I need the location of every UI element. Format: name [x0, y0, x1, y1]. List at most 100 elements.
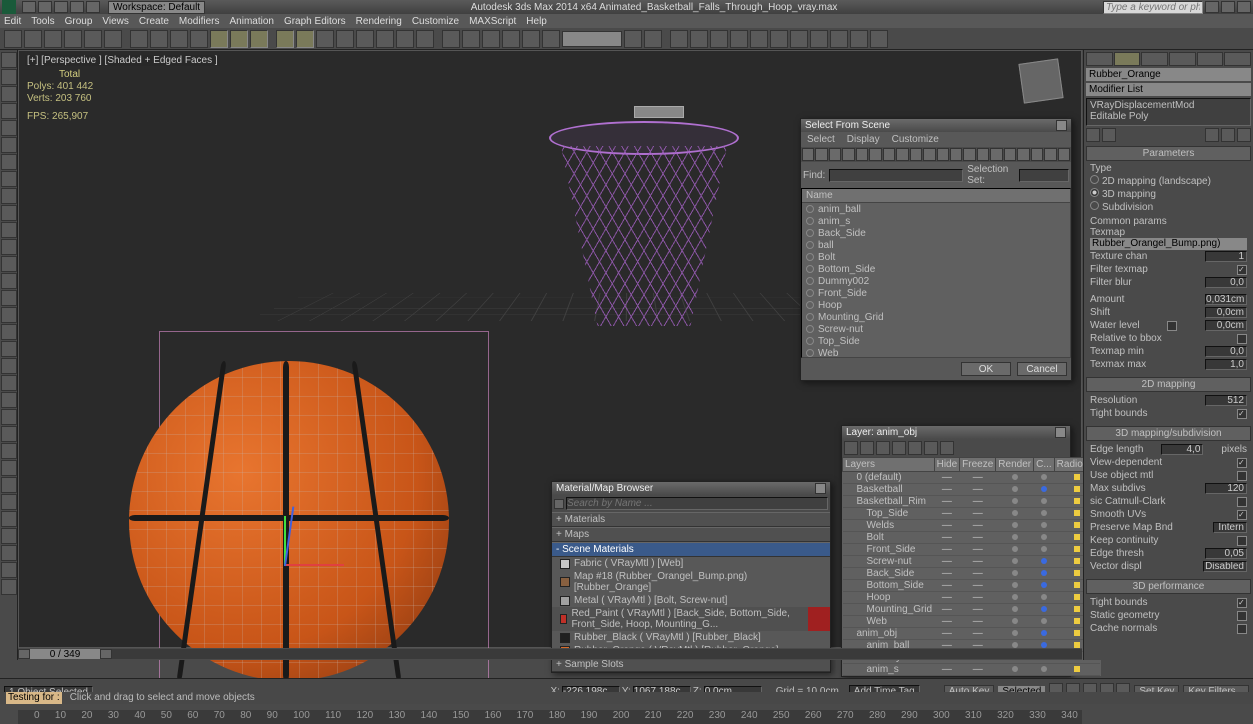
edge-thresh-field[interactable] [1205, 548, 1247, 559]
layer-row[interactable]: Basketball_Rim—— [843, 496, 1101, 508]
texmap-max-field[interactable] [1205, 359, 1247, 370]
menu-help[interactable]: Help [526, 16, 547, 27]
qat-undo-icon[interactable] [70, 1, 84, 13]
menu-edit[interactable]: Edit [4, 16, 21, 27]
toolbar-button[interactable] [462, 30, 480, 48]
menu-group[interactable]: Group [65, 16, 93, 27]
sfs-filter-icon[interactable] [1058, 148, 1070, 161]
toolbar-button[interactable] [170, 30, 188, 48]
radio-3d-mapping[interactable] [1090, 188, 1099, 197]
left-tool-button[interactable] [1, 460, 17, 476]
sfs-filter-icon[interactable] [869, 148, 881, 161]
left-tool-button[interactable] [1, 392, 17, 408]
layer-row[interactable]: anim_obj—— [843, 628, 1101, 640]
mmb-search-input[interactable] [566, 497, 828, 510]
left-tool-button[interactable] [1, 341, 17, 357]
tab-hierarchy-icon[interactable] [1141, 52, 1168, 66]
toolbar-button[interactable] [276, 30, 294, 48]
frame-indicator[interactable]: 0 / 349 [30, 649, 100, 659]
sfs-filter-icon[interactable] [1031, 148, 1043, 161]
sfs-filter-icon[interactable] [896, 148, 908, 161]
tab-motion-icon[interactable] [1169, 52, 1196, 66]
ok-button[interactable]: OK [961, 362, 1011, 376]
modifier-list-dropdown[interactable]: Modifier List [1086, 83, 1251, 96]
left-tool-button[interactable] [1, 545, 17, 561]
left-tool-button[interactable] [1, 171, 17, 187]
section-scene-materials[interactable]: - Scene Materials [552, 542, 830, 557]
toolbar-button[interactable] [250, 30, 268, 48]
sfs-filter-icon[interactable] [829, 148, 841, 161]
help-search-input[interactable] [1103, 1, 1203, 14]
toolbar-button[interactable] [790, 30, 808, 48]
layer-tool-icon[interactable] [940, 441, 954, 455]
qat-save-icon[interactable] [54, 1, 68, 13]
smooth-uvs-checkbox[interactable] [1237, 510, 1247, 520]
scene-item[interactable]: anim_s [802, 215, 1070, 227]
layer-row[interactable]: Screw-nut—— [843, 556, 1101, 568]
amount-field[interactable] [1205, 294, 1247, 305]
toolbar-button[interactable] [336, 30, 354, 48]
view-dependent-checkbox[interactable] [1237, 458, 1247, 468]
toolbar-button[interactable] [482, 30, 500, 48]
scene-item[interactable]: Bottom_Side [802, 263, 1070, 275]
sfs-menu-display[interactable]: Display [847, 134, 880, 145]
layer-tool-icon[interactable] [876, 441, 890, 455]
sfs-menu-select[interactable]: Select [807, 134, 835, 145]
scene-item[interactable]: Back_Side [802, 227, 1070, 239]
menu-animation[interactable]: Animation [229, 16, 273, 27]
left-tool-button[interactable] [1, 137, 17, 153]
workspace-dropdown[interactable]: Workspace: Default [108, 1, 205, 14]
toolbar-button[interactable] [810, 30, 828, 48]
toolbar-button[interactable] [624, 30, 642, 48]
material-item[interactable]: Metal ( VRayMtl ) [Bolt, Screw-nut] [552, 594, 830, 607]
scene-item[interactable]: Dummy002 [802, 275, 1070, 287]
visibility-icon[interactable] [806, 253, 814, 261]
visibility-icon[interactable] [806, 325, 814, 333]
toolbar-button[interactable] [690, 30, 708, 48]
left-tool-button[interactable] [1, 324, 17, 340]
rollout-3d-mapping[interactable]: 3D mapping/subdivision [1086, 426, 1251, 441]
minimize-icon[interactable] [1205, 1, 1219, 13]
toolbar-button[interactable] [104, 30, 122, 48]
left-tool-button[interactable] [1, 69, 17, 85]
visibility-icon[interactable] [806, 205, 814, 213]
scene-item[interactable]: Front_Side [802, 287, 1070, 299]
visibility-icon[interactable] [806, 229, 814, 237]
toolbar-button[interactable] [230, 30, 248, 48]
object-name-field[interactable]: Rubber_Orange [1086, 68, 1251, 81]
sfs-filter-icon[interactable] [937, 148, 949, 161]
rollout-3d-performance[interactable]: 3D performance [1086, 579, 1251, 594]
mmb-title[interactable]: Material/Map Browser [552, 482, 830, 495]
toolbar-button[interactable] [850, 30, 868, 48]
tab-create-icon[interactable] [1086, 52, 1113, 66]
layer-row[interactable]: Top_Side—— [843, 508, 1101, 520]
stack-item[interactable]: VRayDisplacementMod [1090, 100, 1247, 111]
name-column-header[interactable]: Name [802, 189, 1070, 203]
toolbar-button[interactable] [730, 30, 748, 48]
material-item[interactable]: Red_Paint ( VRayMtl ) [Back_Side, Bottom… [552, 607, 830, 631]
prev-frame-icon[interactable] [18, 649, 30, 659]
config-icon[interactable] [1237, 128, 1251, 142]
scene-item[interactable]: Mounting_Grid [802, 311, 1070, 323]
sfs-filter-icon[interactable] [883, 148, 895, 161]
visibility-icon[interactable] [806, 277, 814, 285]
layer-col-header[interactable]: Render [996, 458, 1034, 472]
left-tool-button[interactable] [1, 443, 17, 459]
maximize-icon[interactable] [1221, 1, 1235, 13]
visibility-icon[interactable] [806, 217, 814, 225]
layer-tool-icon[interactable] [860, 441, 874, 455]
menu-create[interactable]: Create [139, 16, 169, 27]
toolbar-button[interactable] [830, 30, 848, 48]
layer-row[interactable]: 0 (default)—— [843, 472, 1101, 484]
visibility-icon[interactable] [806, 265, 814, 273]
left-tool-button[interactable] [1, 52, 17, 68]
layer-col-header[interactable]: C... [1034, 458, 1055, 472]
layer-row[interactable]: Basketball—— [843, 484, 1101, 496]
water-checkbox[interactable] [1167, 321, 1177, 331]
toolbar-button[interactable] [44, 30, 62, 48]
close-icon[interactable] [1055, 427, 1066, 438]
scene-item[interactable]: Screw-nut [802, 323, 1070, 335]
menu-graph-editors[interactable]: Graph Editors [284, 16, 346, 27]
stack-item[interactable]: Editable Poly [1090, 111, 1247, 122]
layer-row[interactable]: anim_s—— [843, 664, 1101, 676]
